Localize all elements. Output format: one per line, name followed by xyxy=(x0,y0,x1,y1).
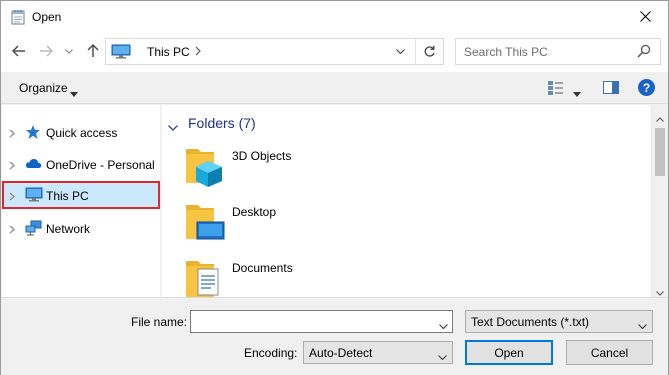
search-box[interactable]: Search This PC xyxy=(455,38,661,65)
sidebar-item-label: OneDrive - Personal xyxy=(46,158,155,172)
encoding-select[interactable]: Auto-Detect xyxy=(303,341,453,364)
title-bar: Open xyxy=(1,1,668,32)
3d-objects-folder-icon xyxy=(184,145,226,190)
chevron-down-icon[interactable] xyxy=(439,318,448,332)
back-button[interactable] xyxy=(10,41,28,61)
chevron-down-icon xyxy=(65,48,73,54)
breadcrumb-chevron-icon[interactable] xyxy=(195,44,201,61)
notepad-icon xyxy=(11,9,25,25)
desktop-folder-icon xyxy=(184,201,226,246)
command-bar: Organize ? xyxy=(1,72,668,104)
expand-chevron-icon[interactable] xyxy=(9,190,15,204)
caret-down-icon[interactable] xyxy=(70,86,78,100)
window-title: Open xyxy=(32,10,62,24)
collapse-chevron-icon[interactable] xyxy=(168,120,178,134)
up-button[interactable] xyxy=(84,41,102,61)
sidebar-item-onedrive[interactable]: OneDrive - Personal xyxy=(2,150,160,178)
cancel-button[interactable]: Cancel xyxy=(566,340,653,365)
file-name-label: File name: xyxy=(131,315,188,329)
recent-locations-button[interactable] xyxy=(63,41,75,61)
back-arrow-icon xyxy=(12,45,25,57)
folder-item[interactable]: 3D Objects xyxy=(184,145,484,191)
refresh-button[interactable] xyxy=(415,39,443,64)
forward-arrow-icon xyxy=(40,45,53,57)
chevron-down-icon xyxy=(395,49,405,54)
star-icon xyxy=(25,124,41,143)
navigation-pane: Quick access OneDrive - Personal This PC… xyxy=(2,105,160,297)
sidebar-item-label: Quick access xyxy=(46,126,118,140)
folder-name: Documents xyxy=(232,261,293,275)
encoding-value: Auto-Detect xyxy=(309,346,373,360)
organize-menu[interactable]: Organize xyxy=(19,81,68,95)
help-icon[interactable]: ? xyxy=(638,79,655,96)
cloud-icon xyxy=(25,156,42,173)
file-type-select[interactable]: Text Documents (*.txt) xyxy=(465,310,653,333)
address-location[interactable]: This PC xyxy=(147,45,190,59)
expand-chevron-icon[interactable] xyxy=(9,223,15,237)
sidebar-item-quick-access[interactable]: Quick access xyxy=(2,118,160,146)
documents-folder-icon xyxy=(184,257,226,302)
forward-button[interactable] xyxy=(37,41,55,61)
close-button[interactable] xyxy=(622,1,668,32)
computer-icon xyxy=(111,44,131,62)
group-title: Folders (7) xyxy=(188,115,256,131)
refresh-icon xyxy=(424,45,435,57)
content-pane: Folders (7) 3D Objects Desktop Documents xyxy=(161,105,651,297)
sidebar-item-label: This PC xyxy=(46,189,89,203)
computer-icon xyxy=(25,187,43,205)
navigation-bar: This PC Search This PC xyxy=(1,32,668,72)
close-icon xyxy=(639,11,651,22)
folder-item[interactable]: Desktop xyxy=(184,201,484,247)
scroll-up-arrow-icon[interactable] xyxy=(656,111,664,125)
chevron-down-icon xyxy=(638,318,647,332)
preview-pane-icon[interactable] xyxy=(603,81,619,97)
chevron-down-icon xyxy=(438,349,447,363)
change-view-icon[interactable] xyxy=(547,80,565,99)
view-options-caret-icon[interactable] xyxy=(573,86,581,100)
expand-chevron-icon[interactable] xyxy=(9,159,15,173)
up-arrow-icon xyxy=(87,44,99,57)
open-dialog: Open This PC Search This PC Organize ? Q… xyxy=(0,0,669,375)
folder-name: Desktop xyxy=(232,205,277,219)
sidebar-item-this-pc[interactable]: This PC xyxy=(2,181,160,209)
search-icon[interactable] xyxy=(637,44,651,61)
open-button[interactable]: Open xyxy=(465,340,553,365)
encoding-label: Encoding: xyxy=(244,346,298,360)
file-selection-area: File name: Text Documents (*.txt) Encodi… xyxy=(1,297,668,375)
file-name-field[interactable] xyxy=(190,310,453,333)
search-input[interactable]: Search This PC xyxy=(464,45,548,59)
folder-name: 3D Objects xyxy=(232,149,292,163)
scrollbar-thumb[interactable] xyxy=(655,128,665,176)
sidebar-item-network[interactable]: Network xyxy=(2,214,160,242)
sidebar-item-label: Network xyxy=(46,222,91,236)
network-icon xyxy=(25,220,42,239)
file-type-value: Text Documents (*.txt) xyxy=(471,315,590,329)
vertical-scrollbar[interactable] xyxy=(651,105,668,297)
address-dropdown-button[interactable] xyxy=(389,39,411,64)
expand-chevron-icon[interactable] xyxy=(9,127,15,141)
address-bar[interactable]: This PC xyxy=(105,38,444,65)
